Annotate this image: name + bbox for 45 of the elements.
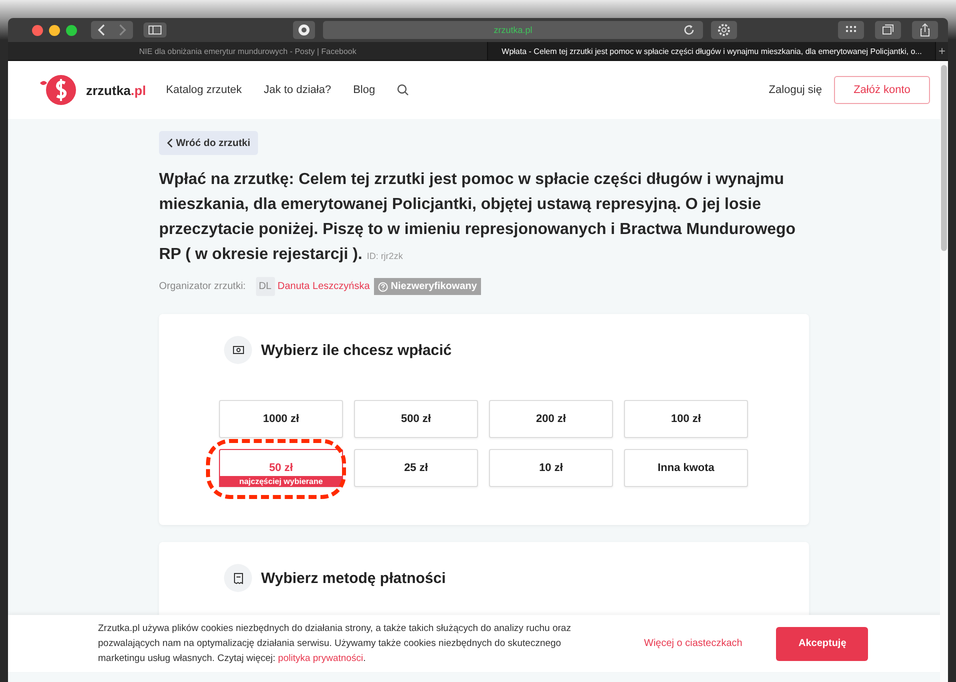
register-button[interactable]: Załóż konto xyxy=(834,76,930,104)
question-icon xyxy=(378,282,388,292)
scrollbar[interactable] xyxy=(940,61,948,682)
section-title: Wybierz ile chcesz wpłacić xyxy=(261,342,452,358)
amount-option[interactable]: 10 zł xyxy=(489,449,613,487)
zoom-window-button[interactable] xyxy=(66,24,77,36)
section-title: Wybierz metodę płatności xyxy=(261,570,446,586)
amount-option[interactable]: 100 zł xyxy=(624,400,748,438)
cookie-notice: Zrzutka.pl używa plików cookies niezbędnych do działania strony, a także takich służących do analizy ruchu oraz pozwalających nam na optymalizację działania serwisu. Używamy także cookies niezbędnych do skutecznego marketingu usług własnych. Czytaj więcej: polityka prywatności. xyxy=(98,622,572,666)
chevron-left-icon xyxy=(167,138,173,148)
new-tab-button[interactable]: + xyxy=(936,42,948,60)
grid-icon[interactable] xyxy=(838,21,864,39)
sidebar-icon[interactable] xyxy=(143,22,167,38)
cookie-info-link[interactable]: Więcej o ciasteczkach xyxy=(644,638,742,649)
gear-icon[interactable] xyxy=(711,21,737,39)
search-icon[interactable] xyxy=(397,84,410,96)
minimize-window-button[interactable] xyxy=(49,24,60,36)
login-link[interactable]: Zaloguj się xyxy=(768,84,822,96)
tabs-icon[interactable] xyxy=(875,21,901,39)
popular-badge: najczęściej wybierane xyxy=(219,476,343,487)
privacy-policy-link[interactable]: polityka prywatności xyxy=(278,653,364,664)
amount-option[interactable]: 50 zł najczęściej wybierane xyxy=(219,449,343,487)
page-title: Wpłać na zrzutkę: Celem tej zrzutki jest pomoc w spłacie części długów i wynajmu mieszkania, dla emerytowanej Policjantki, objętej ustawą represyjną. O jej losie przeczytacie poniżej. Piszę to w imieniu represjonowanych i Bractwa Mundurowego RP ( w okresie rejestarcji ). ID: rjr2zk xyxy=(159,170,797,265)
site-logo[interactable]: zrzutka.pl xyxy=(86,82,146,98)
banknote-icon xyxy=(224,336,252,364)
nav-link[interactable]: Jak to działa? xyxy=(264,84,332,96)
organizer-name[interactable]: Danuta Leszczyńska xyxy=(278,281,370,292)
browser-tab[interactable]: Wpłata - Celem tej zrzutki jest pomoc w spłacie części długów i wynajmu mieszkania, dla emerytowanej Policjantki, o... xyxy=(488,42,936,60)
amount-option[interactable]: 200 zł xyxy=(489,400,613,438)
organizer-label: Organizator zrzutki: xyxy=(159,281,246,292)
reload-icon[interactable] xyxy=(683,24,695,36)
unverified-badge: Niezweryfikowany xyxy=(374,278,481,295)
accept-button[interactable]: Akceptuję xyxy=(776,626,868,660)
nav-link[interactable]: Katalog zrzutek xyxy=(166,84,242,96)
receipt-icon xyxy=(224,564,252,592)
amount-option[interactable]: 25 zł xyxy=(354,449,478,487)
share-icon[interactable] xyxy=(912,21,938,39)
close-window-button[interactable] xyxy=(32,24,43,36)
amount-option[interactable]: 500 zł xyxy=(354,400,478,438)
amount-option[interactable]: 1000 zł xyxy=(219,400,343,438)
extension-icon[interactable] xyxy=(293,21,315,39)
amount-option[interactable]: Inna kwota xyxy=(624,449,748,487)
initials-avatar: DL xyxy=(256,277,274,296)
back-button[interactable]: Wróć do zrzutki xyxy=(159,131,258,155)
nav-link[interactable]: Blog xyxy=(353,84,376,96)
